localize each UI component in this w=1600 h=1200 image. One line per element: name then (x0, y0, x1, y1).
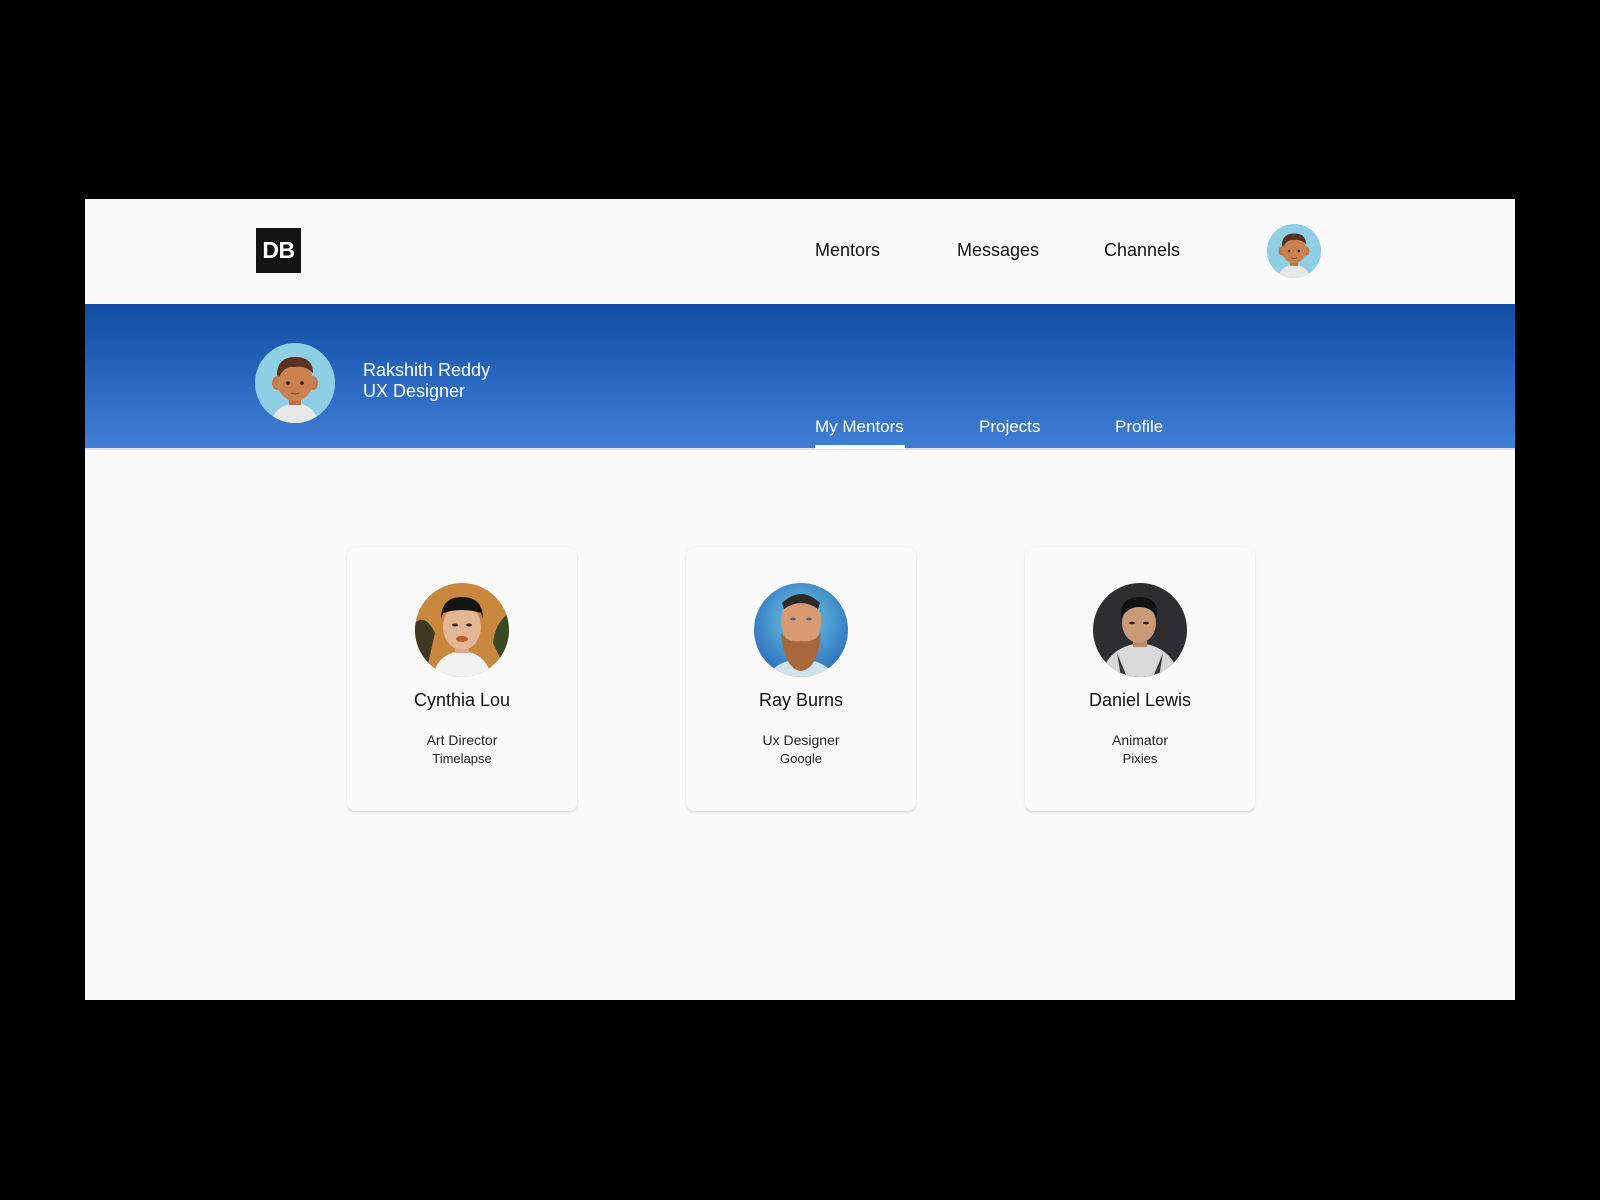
mentor-portrait-icon (415, 583, 509, 677)
tab-profile[interactable]: Profile (1115, 417, 1163, 437)
active-tab-indicator (815, 445, 905, 449)
profile-role: UX Designer (363, 381, 466, 401)
mentor-company: Timelapse (432, 751, 492, 766)
user-avatar-button[interactable] (1267, 224, 1321, 278)
mentor-title: Ux Designer (762, 732, 840, 748)
mentor-photo (1093, 583, 1187, 677)
nav-link-messages[interactable]: Messages (957, 240, 1039, 261)
mentor-name: Ray Burns (758, 690, 844, 710)
mentor-card[interactable]: Ray Burns Ux Designer Google (686, 547, 916, 811)
profile-banner: Rakshith Reddy UX Designer My Mentors Pr… (85, 304, 1515, 450)
mentor-portrait-icon (1093, 583, 1187, 677)
top-navbar: DB Mentors Messages Channels (85, 199, 1515, 304)
mentor-name: Cynthia Lou (413, 690, 511, 710)
tab-projects[interactable]: Projects (979, 417, 1040, 437)
mentor-name: Daniel Lewis (1088, 690, 1192, 710)
mentor-company: Pixies (1122, 751, 1158, 766)
mentor-company: Google (780, 751, 822, 766)
app-window: DB Mentors Messages Channels Rakshith Re… (85, 199, 1515, 1000)
mentor-title: Art Director (426, 732, 498, 748)
mentor-photo (415, 583, 509, 677)
mentor-card[interactable]: Cynthia Lou Art Director Timelapse (347, 547, 577, 811)
mentor-photo (754, 583, 848, 677)
tab-my-mentors[interactable]: My Mentors (815, 417, 904, 437)
user-avatar-icon (1267, 224, 1321, 278)
mentor-card[interactable]: Daniel Lewis Animator Pixies (1025, 547, 1255, 811)
profile-avatar (255, 343, 335, 423)
mentor-title: Animator (1111, 732, 1169, 748)
nav-link-channels[interactable]: Channels (1104, 240, 1180, 261)
nav-link-mentors[interactable]: Mentors (815, 240, 880, 261)
user-avatar-icon (255, 343, 335, 423)
mentor-portrait-icon (754, 583, 848, 677)
profile-name: Rakshith Reddy (363, 360, 491, 380)
logo[interactable]: DB (256, 228, 301, 273)
